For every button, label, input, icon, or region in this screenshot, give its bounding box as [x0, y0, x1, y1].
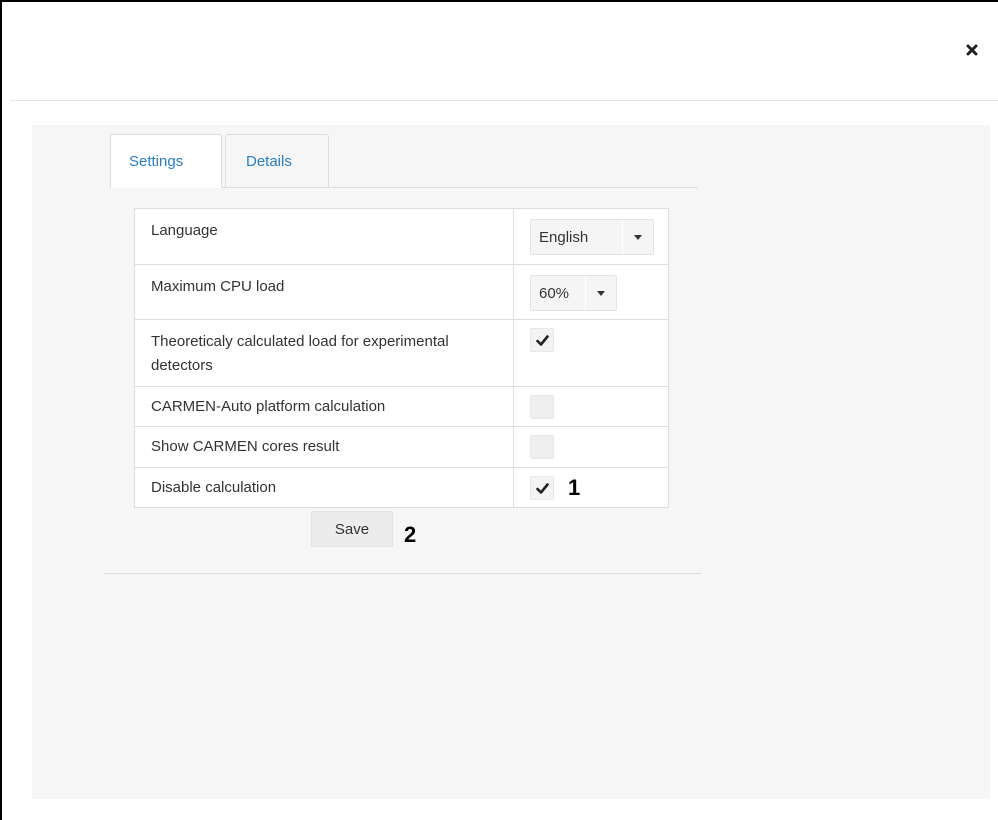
language-label: Language [151, 222, 218, 239]
chevron-down-icon [585, 276, 616, 310]
chevron-down-icon [622, 220, 653, 254]
cpu-load-label: Maximum CPU load [151, 278, 285, 295]
tab-details[interactable]: Details [225, 134, 329, 188]
save-button[interactable]: Save [311, 511, 393, 547]
language-select[interactable]: English [530, 219, 654, 255]
tab-divider [222, 187, 698, 188]
table-row-carmen-auto: CARMEN-Auto platform calculation [134, 386, 669, 427]
show-cores-label: Show CARMEN cores result [151, 438, 340, 455]
tab-bar: Settings Details [110, 134, 329, 188]
cpu-load-select[interactable]: 60% [530, 275, 617, 311]
tab-details-label: Details [246, 153, 292, 170]
cpu-load-selected-value: 60% [539, 284, 570, 302]
disable-calc-label: Disable calculation [151, 479, 277, 496]
table-row-language: Language English [134, 208, 669, 265]
annotation-marker-1: 1 [568, 475, 581, 500]
show-cores-checkbox[interactable] [530, 435, 554, 459]
header-divider [10, 100, 998, 101]
checkmark-icon [535, 334, 549, 346]
carmen-auto-checkbox[interactable] [530, 395, 554, 419]
tab-settings[interactable]: Settings [110, 134, 222, 188]
theoretical-load-label: Theoreticaly calculated load for experim… [151, 333, 449, 374]
settings-table: Language English Maximum CPU load 60% Th… [134, 208, 669, 508]
theoretical-load-checkbox[interactable] [530, 328, 554, 352]
table-row-theoretical-load: Theoreticaly calculated load for experim… [134, 319, 669, 387]
settings-dialog: Settings Details Language English Maximu… [0, 0, 998, 820]
footer-divider [104, 573, 701, 574]
table-row-cpu-load: Maximum CPU load 60% [134, 264, 669, 320]
annotation-marker-2: 2 [404, 522, 417, 547]
close-icon [966, 44, 978, 56]
language-selected-value: English [539, 228, 589, 246]
table-row-show-cores: Show CARMEN cores result [134, 426, 669, 468]
checkmark-icon [535, 482, 549, 494]
close-button[interactable] [962, 40, 982, 60]
table-row-disable-calc: Disable calculation [134, 467, 669, 508]
carmen-auto-label: CARMEN-Auto platform calculation [151, 398, 386, 415]
disable-calc-checkbox[interactable] [530, 476, 554, 500]
tab-settings-label: Settings [129, 153, 184, 170]
